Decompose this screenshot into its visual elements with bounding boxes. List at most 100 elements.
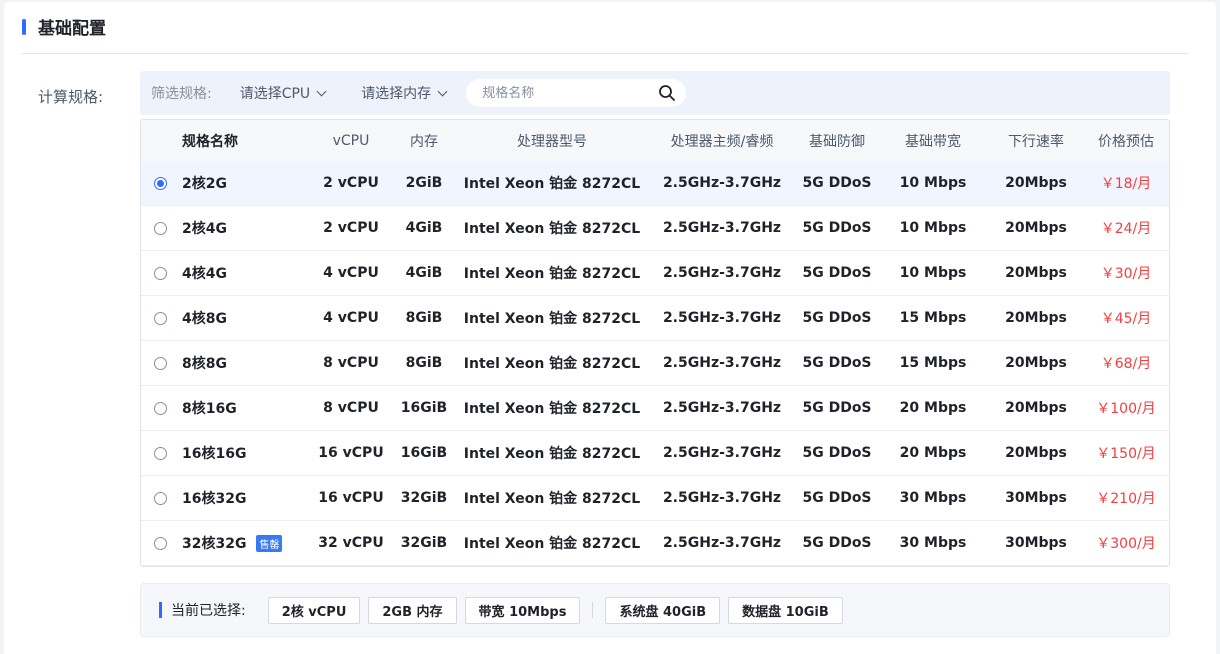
cell-vcpu: 2 vCPU <box>323 220 379 236</box>
cell-downlink: 30Mbps <box>1005 490 1067 506</box>
cell-memory: 16GiB <box>400 445 448 461</box>
header-ddos: 基础防御 <box>809 133 865 150</box>
summary-chip-bandwidth: 带宽 10Mbps <box>464 596 581 624</box>
row-radio[interactable] <box>154 311 167 325</box>
spec-name-text: 32核32G <box>182 536 247 552</box>
cell-cpu-model: Intel Xeon 铂金 8272CL <box>463 491 641 507</box>
spec-name-text: 16核16G <box>182 446 247 462</box>
cell-bandwidth: 20 Mbps <box>899 445 967 461</box>
spec-name-text: 4核8G <box>182 311 227 327</box>
cell-ddos: 5G DDoS <box>802 175 872 191</box>
cell-price: ￥300/月 <box>1096 536 1156 552</box>
table-row[interactable]: 16核16G 16 vCPU 16GiB Intel Xeon 铂金 8272CL 2.… <box>141 431 1169 476</box>
cell-cpu-model: Intel Xeon 铂金 8272CL <box>463 176 641 192</box>
cell-ddos: 5G DDoS <box>802 400 872 416</box>
cell-frequency: 2.5GHz-3.7GHz <box>662 535 782 551</box>
spec-search-input[interactable] <box>482 85 659 101</box>
row-radio[interactable] <box>154 446 167 460</box>
cell-memory: 32GiB <box>400 535 448 551</box>
spec-name-text: 4核4G <box>182 266 227 282</box>
spec-table: 规格名称 vCPU 内存 处理器型号 处理器主频/睿频 基础防御 基础带宽 下行… <box>140 119 1170 567</box>
header-bandwidth: 基础带宽 <box>905 133 961 150</box>
cell-frequency: 2.5GHz-3.7GHz <box>662 445 782 461</box>
cell-memory: 2GiB <box>405 175 443 191</box>
memory-select-label: 请选择内存 <box>361 86 432 102</box>
cell-bandwidth: 30 Mbps <box>899 535 967 551</box>
cell-memory: 4GiB <box>405 220 443 236</box>
cell-downlink: 20Mbps <box>1005 220 1067 236</box>
cell-cpu-model: Intel Xeon 铂金 8272CL <box>463 266 641 282</box>
cell-vcpu: 8 vCPU <box>323 355 379 371</box>
cell-bandwidth: 15 Mbps <box>899 310 967 326</box>
summary-chip-memory: 2GB 内存 <box>368 596 457 624</box>
memory-select[interactable]: 请选择内存 <box>361 83 448 103</box>
header-vcpu: vCPU <box>332 132 370 149</box>
header-spec-name: 规格名称 <box>182 133 238 150</box>
cell-cpu-model: Intel Xeon 铂金 8272CL <box>463 356 641 372</box>
chevron-down-icon <box>316 86 327 96</box>
row-radio[interactable] <box>154 401 167 415</box>
table-row[interactable]: 16核32G 16 vCPU 32GiB Intel Xeon 铂金 8272CL 2.… <box>141 476 1169 521</box>
cell-memory: 8GiB <box>405 310 443 326</box>
spec-name-text: 8核8G <box>182 356 227 372</box>
sold-out-badge: 售罄 <box>256 534 283 552</box>
cell-downlink: 20Mbps <box>1005 355 1067 371</box>
cell-memory: 4GiB <box>405 265 443 281</box>
table-row[interactable]: 8核16G 8 vCPU 16GiB Intel Xeon 铂金 8272CL 2.5G… <box>141 386 1169 431</box>
cpu-select[interactable]: 请选择CPU <box>240 83 327 103</box>
cell-price: ￥68/月 <box>1100 356 1152 372</box>
search-icon[interactable] <box>658 84 676 102</box>
table-row[interactable]: 4核8G 4 vCPU 8GiB Intel Xeon 铂金 8272CL 2.5GHz… <box>141 296 1169 341</box>
compute-spec-label: 计算规格: <box>38 88 104 106</box>
section-accent-bar <box>22 18 26 35</box>
filter-label: 筛选规格: <box>151 86 212 102</box>
cell-ddos: 5G DDoS <box>802 535 872 551</box>
cell-vcpu: 32 vCPU <box>318 535 384 551</box>
summary-chip-system-disk: 系统盘 40GiB <box>605 596 721 624</box>
cell-spec-name: 8核16G <box>182 386 237 430</box>
cell-bandwidth: 10 Mbps <box>899 265 967 281</box>
header-frequency: 处理器主频/睿频 <box>670 133 774 150</box>
header-price: 价格预估 <box>1098 133 1154 150</box>
cell-spec-name: 4核4G <box>182 251 227 295</box>
table-row[interactable]: 32核32G 售罄 32 vCPU 32GiB Intel Xeon 铂金 8272CL… <box>141 521 1169 566</box>
row-radio[interactable] <box>154 356 167 370</box>
cell-price: ￥18/月 <box>1100 176 1152 192</box>
cell-spec-name: 2核4G <box>182 206 227 250</box>
table-row[interactable]: 2核2G 2 vCPU 2GiB Intel Xeon 铂金 8272CL 2.5GHz… <box>141 161 1169 206</box>
spec-name-text: 2核4G <box>182 221 227 237</box>
cell-bandwidth: 30 Mbps <box>899 490 967 506</box>
selection-summary: 当前已选择: 2核 vCPU 2GB 内存 带宽 10Mbps 系统盘 40Gi… <box>140 583 1170 637</box>
summary-label: 当前已选择: <box>171 603 246 619</box>
table-row[interactable]: 4核4G 4 vCPU 4GiB Intel Xeon 铂金 8272CL 2.5GHz… <box>141 251 1169 296</box>
cell-price: ￥45/月 <box>1100 311 1152 327</box>
cell-frequency: 2.5GHz-3.7GHz <box>662 355 782 371</box>
cell-bandwidth: 10 Mbps <box>899 220 967 236</box>
row-radio[interactable] <box>154 221 167 235</box>
section-header: 基础配置 <box>22 0 1188 54</box>
cell-cpu-model: Intel Xeon 铂金 8272CL <box>463 536 641 552</box>
cell-spec-name: 16核16G <box>182 431 246 475</box>
cell-frequency: 2.5GHz-3.7GHz <box>662 490 782 506</box>
cell-vcpu: 16 vCPU <box>318 490 384 506</box>
cell-price: ￥100/月 <box>1096 401 1156 417</box>
cell-ddos: 5G DDoS <box>802 445 872 461</box>
row-radio[interactable] <box>154 176 167 190</box>
cell-bandwidth: 15 Mbps <box>899 355 967 371</box>
cell-bandwidth: 20 Mbps <box>899 400 967 416</box>
row-radio[interactable] <box>154 536 167 550</box>
chevron-down-icon <box>437 86 448 96</box>
cell-vcpu: 2 vCPU <box>323 175 379 191</box>
row-radio[interactable] <box>154 266 167 280</box>
cell-cpu-model: Intel Xeon 铂金 8272CL <box>463 401 641 417</box>
table-row[interactable]: 2核4G 2 vCPU 4GiB Intel Xeon 铂金 8272CL 2.5GHz… <box>141 206 1169 251</box>
cell-spec-name: 2核2G <box>182 161 227 205</box>
cell-frequency: 2.5GHz-3.7GHz <box>662 310 782 326</box>
row-radio[interactable] <box>154 491 167 505</box>
table-header-row: 规格名称 vCPU 内存 处理器型号 处理器主频/睿频 基础防御 基础带宽 下行… <box>141 120 1169 161</box>
cell-vcpu: 8 vCPU <box>323 400 379 416</box>
cell-spec-name: 32核32G 售罄 <box>182 521 283 565</box>
section-title: 基础配置 <box>38 19 106 39</box>
cell-spec-name: 4核8G <box>182 296 227 340</box>
table-row[interactable]: 8核8G 8 vCPU 8GiB Intel Xeon 铂金 8272CL 2.5GHz… <box>141 341 1169 386</box>
